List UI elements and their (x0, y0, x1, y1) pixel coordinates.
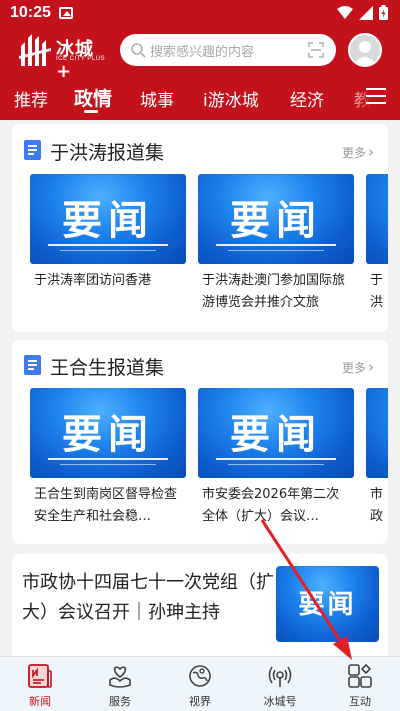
wifi-icon (337, 5, 353, 19)
more-link[interactable]: 更多 (342, 358, 374, 376)
ice-city-logo-icon (19, 34, 51, 66)
thumbnail-text: 要闻 (366, 188, 388, 246)
document-icon (24, 140, 41, 160)
status-icons (337, 5, 388, 20)
news-tile[interactable]: 要闻 于洪涛率团访问香港 (30, 174, 186, 324)
search-placeholder: 搜索感兴趣的内容 (150, 45, 255, 60)
app-subtitle: ICE CITY PLUS (56, 56, 106, 62)
thumbnail-text: 要闻 (230, 412, 322, 458)
news-caption: 市政王合 (370, 487, 384, 524)
article-thumbnail: 要闻 (276, 566, 379, 642)
gallery-notification-icon (59, 7, 73, 19)
thumbnail-text: 要闻 (366, 402, 388, 460)
news-icon (28, 664, 52, 688)
scan-icon[interactable] (308, 42, 324, 58)
thumbnail-decoration (48, 244, 168, 246)
news-thumbnail: 要闻 (30, 388, 186, 478)
news-thumbnail: 要闻 (366, 174, 388, 264)
thumbnail-decoration (216, 244, 336, 246)
news-caption: 于洪涛赴澳门参加国际旅游博览会并推介文旅 (202, 273, 346, 310)
thumbnail-text: 要闻 (62, 412, 154, 458)
thumbnail-decoration (228, 250, 324, 251)
document-icon (24, 355, 41, 375)
more-link[interactable]: 更多 (342, 143, 374, 161)
nav-label: 冰城号 (263, 695, 297, 708)
nav-ice-city-account[interactable]: 冰城号 (240, 657, 320, 711)
news-thumbnail: 要闻 (198, 388, 354, 478)
tab-politics[interactable]: 政情 (74, 84, 112, 111)
news-tile[interactable]: 要闻 于洪涛城市 (366, 174, 388, 324)
news-tile[interactable]: 要闻 市安委会2026年第二次全体（扩大）会议… (198, 388, 354, 538)
battery-icon (379, 5, 388, 20)
status-bar: 10:25 (0, 0, 400, 26)
news-tile[interactable]: 要闻 王合生到南岗区督导检查安全生产和社会稳… (30, 388, 186, 538)
heart-hand-icon (109, 666, 131, 688)
nav-label: 视界 (189, 695, 211, 708)
news-caption: 王合生到南岗区督导检查安全生产和社会稳… (34, 487, 178, 524)
active-tab-indicator (84, 110, 98, 113)
news-caption: 市安委会2026年第二次全体（扩大）会议… (202, 487, 340, 524)
status-time: 10:25 (10, 4, 51, 21)
thumbnail-decoration (216, 458, 336, 460)
nav-interaction[interactable]: 互动 (320, 657, 400, 711)
topic-card-yu-hongtao: 于洪涛报道集 更多 要闻 于洪涛率团访问香港 要闻 于洪涛赴澳门参加国际旅游博览… (12, 124, 388, 332)
search-icon (131, 43, 146, 58)
nav-vision[interactable]: 视界 (160, 657, 240, 711)
tab-recommend[interactable]: 推荐 (14, 86, 48, 111)
news-caption: 于洪涛城市 (370, 273, 384, 310)
news-tile[interactable]: 要闻 于洪涛赴澳门参加国际旅游博览会并推介文旅 (198, 174, 354, 324)
news-thumbnail: 要闻 (198, 174, 354, 264)
article-title: 市政协十四届七十一次党组（扩大）会议召开｜孙珅主持 (22, 572, 274, 623)
card-title: 王合生报道集 (50, 357, 165, 379)
card-title: 于洪涛报道集 (50, 142, 165, 164)
thumbnail-text: 要闻 (230, 198, 322, 244)
nav-label: 互动 (349, 695, 371, 708)
nav-label: 新闻 (29, 695, 51, 708)
news-thumbnail: 要闻 (30, 174, 186, 264)
thumbnail-decoration (60, 464, 156, 465)
news-thumbnail: 要闻 (366, 388, 388, 478)
tab-city[interactable]: 城事 (140, 86, 174, 111)
bottom-navigation: 新闻 服务 视界 冰城号 互动 (0, 656, 400, 711)
nav-news[interactable]: 新闻 (0, 657, 80, 711)
category-tabs: 推荐 政情 城事 i游冰城 经济 教 (0, 80, 400, 116)
topic-card-wang-hesheng: 王合生报道集 更多 要闻 王合生到南岗区督导检查安全生产和社会稳… 要闻 市安委… (12, 340, 388, 544)
thumbnail-text: 要闻 (298, 590, 357, 620)
interaction-icon (348, 663, 372, 688)
news-caption: 于洪涛率团访问香港 (34, 273, 152, 288)
globe-icon (189, 665, 211, 687)
thumbnail-text: 要闻 (62, 198, 154, 244)
app-logo[interactable]: 冰城+ ICE CITY PLUS (18, 32, 110, 82)
nav-label: 服务 (109, 695, 131, 708)
broadcast-icon (268, 666, 292, 687)
thumbnail-decoration (60, 250, 156, 251)
tab-economy[interactable]: 经济 (290, 86, 324, 111)
search-bar[interactable]: 搜索感兴趣的内容 (120, 34, 336, 66)
nav-service[interactable]: 服务 (80, 657, 160, 711)
article-card[interactable]: 市政协十四届七十一次党组（扩大）会议召开｜孙珅主持 要闻 (12, 554, 388, 664)
signal-icon (359, 5, 373, 20)
tabs-menu-icon[interactable] (366, 86, 388, 106)
thumbnail-decoration (48, 458, 168, 460)
news-tile[interactable]: 要闻 市政王合 (366, 388, 388, 538)
avatar[interactable] (348, 33, 382, 67)
tab-travel[interactable]: i游冰城 (203, 86, 259, 111)
app-header: 10:25 冰城+ ICE CITY PLUS 搜索感兴趣的内容 推荐 政情 城… (0, 0, 400, 120)
thumbnail-decoration (228, 464, 324, 465)
user-avatar-icon (353, 41, 377, 65)
